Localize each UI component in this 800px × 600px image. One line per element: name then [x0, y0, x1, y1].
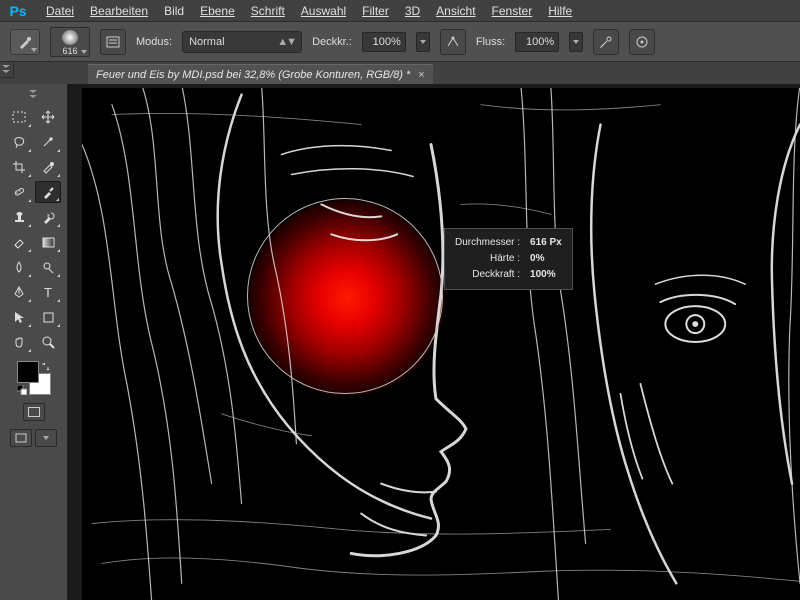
menu-item-help[interactable]: Hilfe — [540, 2, 580, 20]
panel-collapse-handle[interactable] — [0, 62, 14, 78]
airbrush-toggle[interactable] — [593, 29, 619, 55]
brush-preview-icon — [62, 30, 78, 45]
opacity-label: Deckkr.: — [312, 36, 352, 48]
toolbox-collapse-icon[interactable] — [29, 90, 39, 100]
menu-item-view[interactable]: Ansicht — [428, 2, 483, 20]
tool-hand[interactable] — [6, 331, 32, 353]
swap-colors-icon[interactable] — [41, 361, 51, 371]
flow-dropdown[interactable] — [569, 32, 583, 52]
airbrush-icon — [598, 34, 614, 50]
app-icon: Ps — [6, 2, 30, 20]
tool-stamp[interactable] — [6, 206, 32, 228]
tool-dodge[interactable] — [35, 256, 61, 278]
brush-size-readout: 616 — [62, 46, 77, 56]
tool-eraser[interactable] — [6, 231, 32, 253]
opacity-pressure-toggle[interactable] — [440, 29, 466, 55]
mode-label: Modus: — [136, 36, 172, 48]
opacity-input[interactable]: 100% — [362, 32, 406, 52]
menu-item-file[interactable]: Datei — [38, 2, 82, 20]
document-tab[interactable]: Feuer und Eis by MDI.psd bei 32,8% (Grob… — [88, 64, 433, 84]
tool-crop[interactable] — [6, 156, 32, 178]
opacity-dropdown[interactable] — [416, 32, 430, 52]
document-tab-row: Feuer und Eis by MDI.psd bei 32,8% (Grob… — [0, 62, 800, 84]
tool-preset-picker[interactable] — [10, 29, 40, 55]
tool-path-select[interactable] — [6, 306, 32, 328]
tool-brush[interactable] — [35, 181, 61, 203]
document-canvas[interactable]: Durchmesser :616 Px Härte :0% Deckkraft … — [82, 88, 800, 600]
blend-mode-value: Normal — [189, 36, 224, 48]
hud-opacity-value: 100% — [530, 268, 562, 282]
artwork-icon — [82, 88, 800, 600]
tool-blur[interactable] — [6, 256, 32, 278]
menu-item-layer[interactable]: Ebene — [192, 2, 243, 20]
close-icon[interactable]: × — [418, 69, 424, 81]
menu-item-type[interactable]: Schrift — [243, 2, 293, 20]
size-pressure-toggle[interactable] — [629, 29, 655, 55]
tool-shape[interactable] — [35, 306, 61, 328]
brush-cursor-outline — [247, 198, 443, 394]
menu-item-filter[interactable]: Filter — [354, 2, 397, 20]
brush-hud-tooltip: Durchmesser :616 Px Härte :0% Deckkraft … — [444, 228, 573, 290]
hud-hardness-label: Härte : — [455, 252, 528, 266]
tool-eyedropper[interactable] — [35, 156, 61, 178]
workspace: T — [0, 84, 800, 600]
screen-mode-button[interactable] — [10, 429, 32, 447]
menu-bar: Ps Datei Bearbeiten Bild Ebene Schrift A… — [0, 0, 800, 22]
menu-item-3d[interactable]: 3D — [397, 2, 428, 20]
menu-item-edit[interactable]: Bearbeiten — [82, 2, 156, 20]
options-bar: 616 Modus: Normal ▲▼ Deckkr.: 100% Fluss… — [0, 22, 800, 62]
blend-mode-select[interactable]: Normal ▲▼ — [182, 31, 302, 53]
tool-pen[interactable] — [6, 281, 32, 303]
tool-marquee[interactable] — [6, 106, 32, 128]
panel-icon — [105, 34, 121, 50]
screen-mode-dropdown[interactable] — [35, 429, 57, 447]
hud-hardness-value: 0% — [530, 252, 562, 266]
tool-healing[interactable] — [6, 181, 32, 203]
flow-label: Fluss: — [476, 36, 505, 48]
svg-text:T: T — [44, 285, 52, 299]
brush-preset-picker[interactable]: 616 — [50, 27, 90, 57]
document-tab-title: Feuer und Eis by MDI.psd bei 32,8% (Grob… — [96, 69, 410, 81]
foreground-color[interactable] — [17, 361, 39, 383]
target-icon — [634, 34, 650, 50]
brush-panel-toggle[interactable] — [100, 29, 126, 55]
flow-input[interactable]: 100% — [515, 32, 559, 52]
tool-gradient[interactable] — [35, 231, 61, 253]
hud-diameter-value: 616 Px — [530, 236, 562, 250]
menu-item-image[interactable]: Bild — [156, 2, 192, 20]
tool-move[interactable] — [35, 106, 61, 128]
tool-zoom[interactable] — [35, 331, 61, 353]
hud-diameter-label: Durchmesser : — [455, 236, 528, 250]
tool-lasso[interactable] — [6, 131, 32, 153]
tablet-pressure-icon — [445, 34, 461, 50]
canvas-area: Durchmesser :616 Px Härte :0% Deckkraft … — [68, 84, 800, 600]
toolbox: T — [0, 84, 68, 600]
menu-item-window[interactable]: Fenster — [484, 2, 541, 20]
color-swatches[interactable] — [17, 361, 51, 395]
hud-opacity-label: Deckkraft : — [455, 268, 528, 282]
tool-history-brush[interactable] — [35, 206, 61, 228]
tool-type[interactable]: T — [35, 281, 61, 303]
quick-mask-toggle[interactable] — [23, 403, 45, 421]
menu-item-select[interactable]: Auswahl — [293, 2, 354, 20]
default-colors-icon[interactable] — [17, 385, 27, 395]
tool-magic-wand[interactable] — [35, 131, 61, 153]
